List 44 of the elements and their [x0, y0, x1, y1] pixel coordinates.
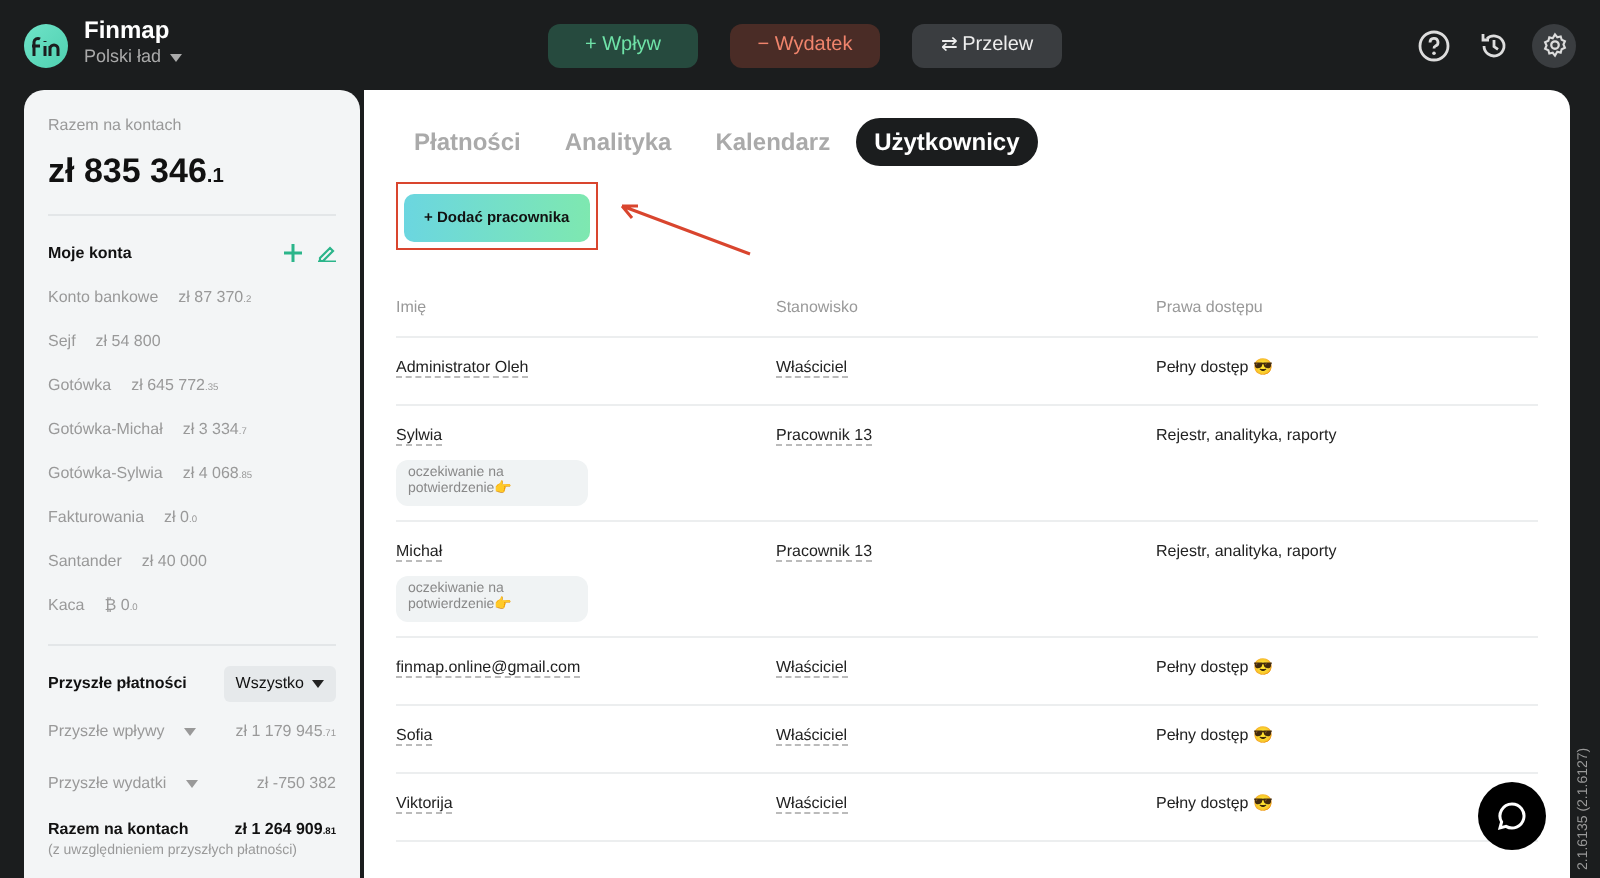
access-rights: Rejestr, analityka, raporty	[1156, 542, 1337, 560]
position[interactable]: Właściciel	[776, 358, 848, 378]
position[interactable]: Właściciel	[776, 658, 848, 678]
future-label: Przyszłe wpływy	[48, 719, 165, 743]
future-amount: zł -750 382	[256, 771, 336, 795]
filter-dropdown[interactable]: Wszystko	[223, 665, 336, 701]
user-name[interactable]: Viktorija	[396, 794, 453, 814]
position[interactable]: Pracownik 13	[776, 542, 873, 562]
access-rights: Pełny dostęp 😎	[1156, 794, 1273, 812]
total-label: Razem na kontach	[48, 114, 184, 138]
transfer-button[interactable]: ⇄ Przelew	[912, 23, 1062, 67]
position[interactable]: Właściciel	[776, 794, 848, 814]
access-rights: Pełny dostęp 😎	[1156, 358, 1273, 376]
user-name[interactable]: finmap.online@gmail.com	[396, 658, 581, 678]
column-header: Stanowisko	[776, 296, 860, 320]
access-rights: Pełny dostęp 😎	[1156, 658, 1273, 676]
access-rights: Pełny dostęp 😎	[1156, 726, 1273, 744]
tab[interactable]: Użytkownicy	[856, 118, 1038, 166]
section-title: Moje konta	[48, 241, 132, 265]
account-balance: zł 54 800	[95, 329, 161, 353]
chat-button[interactable]	[1478, 782, 1546, 850]
column-header: Imię	[396, 296, 429, 320]
caret-icon[interactable]	[169, 54, 182, 63]
caret-icon[interactable]	[312, 679, 324, 687]
section-title: Przyszłe płatności	[48, 671, 187, 695]
total-amount: zł 835 346.1	[48, 150, 226, 194]
user-name[interactable]: Administrator Oleh	[396, 358, 529, 378]
income-button[interactable]: + Wpływ	[548, 23, 698, 67]
company-name[interactable]: Polski ład	[84, 44, 162, 72]
expense-button[interactable]: − Wydatek	[730, 23, 880, 67]
column-header: Prawa dostępu	[1156, 296, 1265, 320]
position[interactable]: Właściciel	[776, 726, 848, 746]
app-name: Finmap	[84, 18, 172, 45]
user-name[interactable]: Michał	[396, 542, 443, 562]
user-name[interactable]: Sofia	[396, 726, 433, 746]
settings-icon[interactable]	[1532, 23, 1576, 67]
user-name[interactable]: Sylwia	[396, 426, 443, 446]
app-logo	[24, 23, 68, 67]
position[interactable]: Pracownik 13	[776, 426, 873, 446]
grand-total-label: Razem na kontach	[48, 817, 189, 841]
access-rights: Rejestr, analityka, raporty	[1156, 426, 1337, 444]
future-label: Przyszłe wydatki	[48, 771, 167, 795]
chat-icon[interactable]	[1496, 800, 1528, 832]
account-balance: zł 40 000	[141, 549, 207, 573]
